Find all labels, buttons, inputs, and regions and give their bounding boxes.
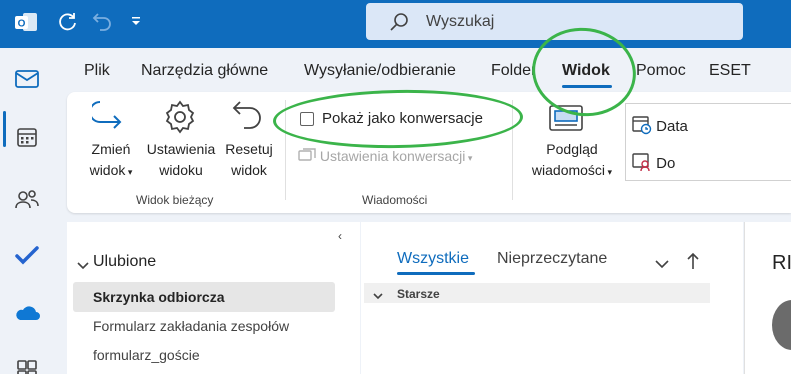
- change-view-label-1: Zmień: [91, 141, 131, 157]
- change-view-button[interactable]: Zmień widok ▾: [78, 139, 144, 183]
- collapse-pane-icon[interactable]: ‹: [338, 229, 342, 243]
- recipient-icon: [632, 153, 652, 172]
- view-settings-label-1: Ustawienia: [146, 141, 216, 157]
- folder-team-form[interactable]: Formularz zakładania zespołów: [93, 318, 289, 334]
- show-as-conversations-checkbox[interactable]: [300, 112, 314, 126]
- message-preview-button[interactable]: Podgląd wiadomości ▾: [522, 139, 622, 183]
- tab-eset[interactable]: ESET: [709, 62, 751, 80]
- rail-active-indicator: [3, 111, 6, 147]
- view-settings-label-2: widoku: [159, 162, 203, 178]
- people-icon[interactable]: [10, 182, 44, 216]
- reset-view-button[interactable]: Resetuj widok: [218, 139, 280, 181]
- reset-view-icon: [230, 98, 266, 139]
- chevron-down-icon: ▾: [125, 167, 133, 177]
- show-as-conversations-label[interactable]: Pokaż jako konwersacje: [322, 110, 483, 127]
- search-icon: [388, 11, 410, 38]
- tab-all[interactable]: Wszystkie: [397, 250, 469, 268]
- tab-unread[interactable]: Nieprzeczytane: [497, 250, 607, 268]
- group-divider: [285, 100, 286, 200]
- message-preview-icon: [548, 104, 584, 139]
- sort-by-to[interactable]: Do: [632, 152, 675, 172]
- search-placeholder: Wyszukaj: [426, 13, 495, 30]
- message-preview-label-2: wiadomości: [531, 162, 606, 178]
- view-settings-button[interactable]: Ustawienia widoku: [142, 139, 220, 181]
- group-label-current-view: Widok bieżący: [136, 193, 214, 207]
- conversation-settings-button: Ustawienia konwersacji ▾: [298, 148, 472, 164]
- reading-pane-header: RI: [772, 252, 791, 274]
- folder-inbox[interactable]: Skrzynka odbiorcza: [93, 289, 225, 305]
- chevron-down-icon[interactable]: [655, 256, 669, 274]
- tab-send-receive[interactable]: Wysyłanie/odbieranie: [304, 62, 456, 80]
- chevron-down-icon: [373, 288, 383, 306]
- tab-view[interactable]: Widok: [562, 62, 610, 80]
- tab-home[interactable]: Narzędzia główne: [141, 62, 268, 80]
- conversation-settings-label: Ustawienia konwersacji: [319, 148, 466, 164]
- chevron-down-icon: ▾: [465, 153, 473, 163]
- app-rail: [0, 48, 52, 374]
- sort-arrow-up-icon[interactable]: [687, 252, 699, 275]
- active-tab-indicator: [562, 85, 612, 88]
- tab-file[interactable]: Plik: [84, 62, 110, 80]
- svg-text:O: O: [18, 19, 26, 30]
- tab-folder[interactable]: Folder: [491, 62, 533, 80]
- conversation-settings-icon: [298, 148, 320, 164]
- gear-icon: [162, 99, 198, 140]
- change-view-label-2: widok: [89, 162, 126, 178]
- reset-view-label-2: widok: [231, 162, 267, 178]
- group-divider: [512, 100, 513, 200]
- onedrive-icon[interactable]: [10, 296, 44, 330]
- sync-icon[interactable]: [56, 10, 78, 37]
- message-tab-indicator: [397, 272, 475, 275]
- outlook-logo-icon: O: [14, 10, 38, 39]
- calendar-icon[interactable]: [10, 120, 44, 154]
- search-box[interactable]: Wyszukaj: [366, 3, 743, 40]
- tab-help[interactable]: Pomoc: [636, 62, 686, 80]
- todo-icon[interactable]: [10, 238, 44, 272]
- favorites-header[interactable]: Ulubione: [93, 253, 156, 271]
- mail-icon[interactable]: [10, 62, 44, 96]
- change-view-icon: [89, 98, 128, 139]
- folder-guests-form[interactable]: formularz_goście: [93, 347, 200, 363]
- customize-toolbar-icon[interactable]: [130, 14, 142, 32]
- chevron-down-icon[interactable]: [77, 258, 89, 276]
- reset-view-label-1: Resetuj: [225, 141, 273, 157]
- sort-date-label: Data: [656, 118, 688, 135]
- date-icon: [632, 116, 652, 135]
- sort-by-date[interactable]: Data: [632, 115, 688, 135]
- message-preview-label-1: Podgląd: [546, 141, 598, 157]
- chevron-down-icon: ▾: [605, 167, 613, 177]
- title-bar: O Wyszukaj: [0, 0, 791, 48]
- sort-to-label: Do: [656, 155, 676, 172]
- undo-icon[interactable]: [92, 10, 114, 37]
- group-label-messages: Wiadomości: [362, 193, 428, 207]
- apps-icon[interactable]: [10, 353, 44, 374]
- reading-pane: [744, 222, 791, 374]
- group-header-older: Starsze: [397, 287, 440, 301]
